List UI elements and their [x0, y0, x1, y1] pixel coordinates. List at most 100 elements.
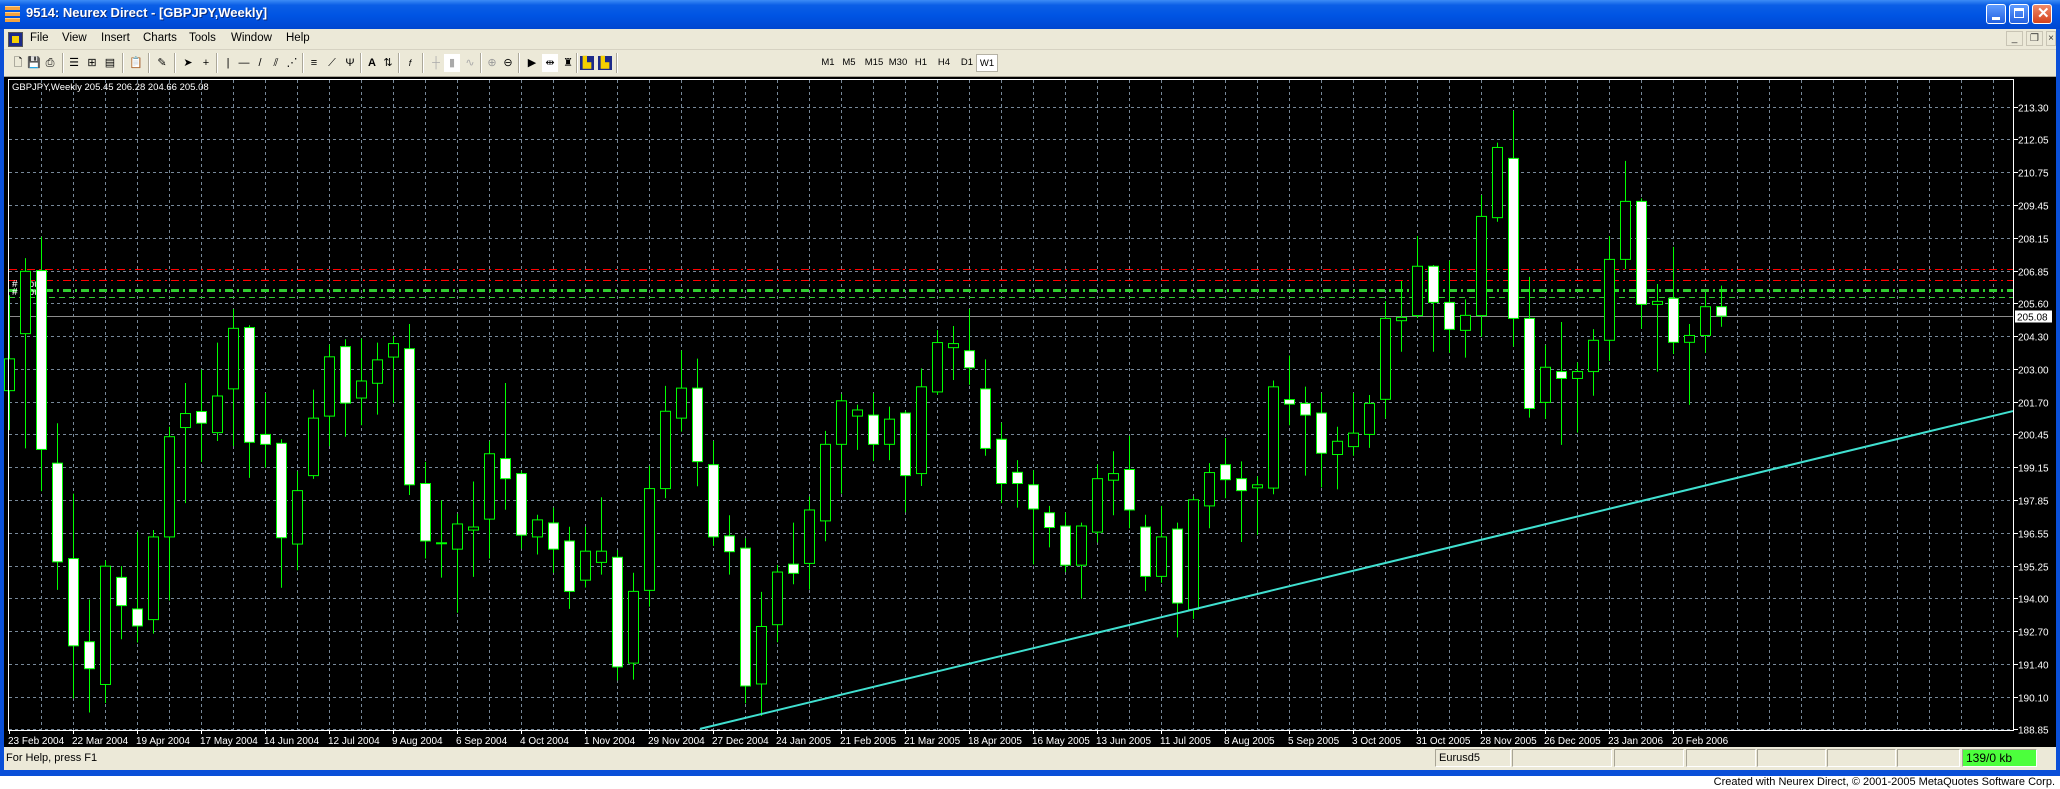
candle-body: [1684, 334, 1695, 343]
candlestick-icon[interactable]: ▮: [444, 54, 460, 72]
menu-insert[interactable]: Insert: [101, 32, 130, 44]
candle-body: [580, 550, 591, 581]
terminal-icon[interactable]: ▤: [102, 54, 118, 72]
title-bar: 9514: Neurex Direct - [GBPJPY,Weekly] ✕: [0, 0, 2060, 29]
menu-window[interactable]: Window: [231, 32, 272, 44]
bar-chart-icon[interactable]: ┼: [428, 54, 444, 72]
separator: [62, 53, 64, 73]
candle-body: [148, 536, 159, 621]
candle-body: [372, 359, 383, 384]
menu-view[interactable]: View: [62, 32, 87, 44]
toolbar: 🗋 💾 ⎙ ☰ ⊞ ▤ 📋 ✎ ➤ + | — / ⫽ ⋰ ≡ ⟋ Ψ A ⇅ …: [4, 50, 2056, 78]
zoom-in-icon[interactable]: ⊕: [484, 54, 500, 72]
separator: [398, 53, 400, 73]
mdi-minimize-button[interactable]: _: [2006, 31, 2023, 46]
candle-body: [996, 438, 1007, 485]
channel-icon[interactable]: ⫽: [268, 54, 284, 72]
menu-charts[interactable]: Charts: [143, 32, 177, 44]
candle-body: [884, 418, 895, 445]
timeframe-h4[interactable]: H4: [934, 54, 954, 72]
candle-body: [84, 641, 95, 670]
timeframe-m30[interactable]: M30: [886, 54, 910, 72]
timeframe-m5[interactable]: M5: [839, 54, 859, 72]
candle-body: [1204, 472, 1215, 507]
profiles-icon[interactable]: ▙: [598, 56, 612, 70]
template-icon[interactable]: ▙: [580, 56, 594, 70]
status-panel: [1614, 749, 1684, 767]
close-button[interactable]: ✕: [2032, 4, 2052, 24]
app-icon: [5, 6, 20, 22]
date-label: 14 Jun 2004: [264, 736, 319, 747]
expert-advisors-icon[interactable]: ✎: [154, 54, 170, 72]
new-chart-icon[interactable]: 🗋: [10, 54, 26, 72]
cursor-icon[interactable]: ➤: [180, 54, 196, 72]
date-label: 24 Jan 2005: [776, 736, 831, 747]
new-order-icon[interactable]: 📋: [128, 54, 144, 72]
timeframe-d1[interactable]: D1: [957, 54, 977, 72]
candle-body: [1124, 469, 1135, 511]
price-label: 191.40: [2018, 661, 2049, 672]
mdi-close-button[interactable]: ×: [2046, 31, 2056, 46]
chart-window-icon[interactable]: [8, 32, 23, 47]
candle-body: [1044, 512, 1055, 529]
chart-shift-icon[interactable]: ⇹: [542, 54, 558, 72]
candle-body: [628, 590, 639, 664]
horizontal-line-icon[interactable]: —: [236, 54, 252, 72]
candle-body: [132, 608, 143, 627]
market-watch-icon[interactable]: ☰: [66, 54, 82, 72]
date-label: 4 Oct 2004: [520, 736, 569, 747]
candle-body: [836, 400, 847, 445]
timeframe-m1[interactable]: M1: [818, 54, 838, 72]
fibo-fan-icon[interactable]: ⟋: [324, 54, 340, 72]
date-label: 31 Oct 2005: [1416, 736, 1471, 747]
text-icon[interactable]: A: [364, 54, 380, 72]
timeframe-h1[interactable]: H1: [911, 54, 931, 72]
candle-body: [228, 327, 239, 390]
arrows-icon[interactable]: ⇅: [380, 54, 396, 72]
zoom-out-icon[interactable]: ⊖: [500, 54, 516, 72]
trendline-icon[interactable]: /: [252, 54, 268, 72]
mdi-restore-button[interactable]: ❐: [2026, 31, 2043, 46]
maximize-button[interactable]: [2009, 4, 2029, 24]
save-icon[interactable]: 💾: [26, 54, 42, 72]
candle-body: [596, 550, 607, 563]
line-chart-icon[interactable]: ∿: [462, 54, 478, 72]
chart-background: [4, 77, 2056, 747]
price-label: 194.00: [2018, 595, 2049, 606]
menu-tools[interactable]: Tools: [189, 32, 216, 44]
menu-help[interactable]: Help: [286, 32, 310, 44]
candle-body: [1636, 200, 1647, 305]
timeframe-m15[interactable]: M15: [862, 54, 886, 72]
price-chart[interactable]: # 3 buy # 3 buy 213.30212.05210.75209.45…: [0, 77, 2060, 747]
candle-body: [1348, 432, 1359, 448]
crosshair-icon[interactable]: +: [198, 54, 214, 72]
candle-body: [772, 571, 783, 626]
separator: [422, 53, 424, 73]
periods-icon[interactable]: ♜: [560, 54, 576, 72]
date-label: 3 Oct 2005: [1352, 736, 1401, 747]
navigator-icon[interactable]: ⊞: [84, 54, 100, 72]
candle-body: [212, 395, 223, 434]
timeframe-w1[interactable]: W1: [976, 54, 998, 72]
indicators-icon[interactable]: f: [402, 54, 418, 72]
print-icon[interactable]: ⎙: [42, 54, 58, 72]
date-label: 1 Nov 2004: [584, 736, 636, 747]
price-label: 210.75: [2018, 169, 2049, 180]
date-label: 11 Jul 2005: [1160, 736, 1211, 747]
fibonacci-icon[interactable]: ≡: [306, 54, 322, 72]
candle: [612, 550, 623, 681]
minimize-button[interactable]: [1986, 4, 2006, 24]
vertical-line-icon[interactable]: |: [220, 54, 236, 72]
andrews-pitchfork-icon[interactable]: Ψ: [342, 54, 358, 72]
menu-file[interactable]: File: [30, 32, 49, 44]
price-label: 206.85: [2018, 268, 2049, 279]
candle-body: [340, 346, 351, 404]
candle-body: [1236, 478, 1247, 492]
candle-body: [756, 625, 767, 685]
price-label: 204.30: [2018, 333, 2049, 344]
date-label: 5 Sep 2005: [1288, 736, 1340, 747]
footer-credit: Created with Neurex Direct, © 2001-2005 …: [1713, 776, 2055, 788]
gann-fan-icon[interactable]: ⋰: [284, 54, 300, 72]
candle-body: [36, 270, 47, 450]
auto-scroll-icon[interactable]: ▶: [524, 54, 540, 72]
